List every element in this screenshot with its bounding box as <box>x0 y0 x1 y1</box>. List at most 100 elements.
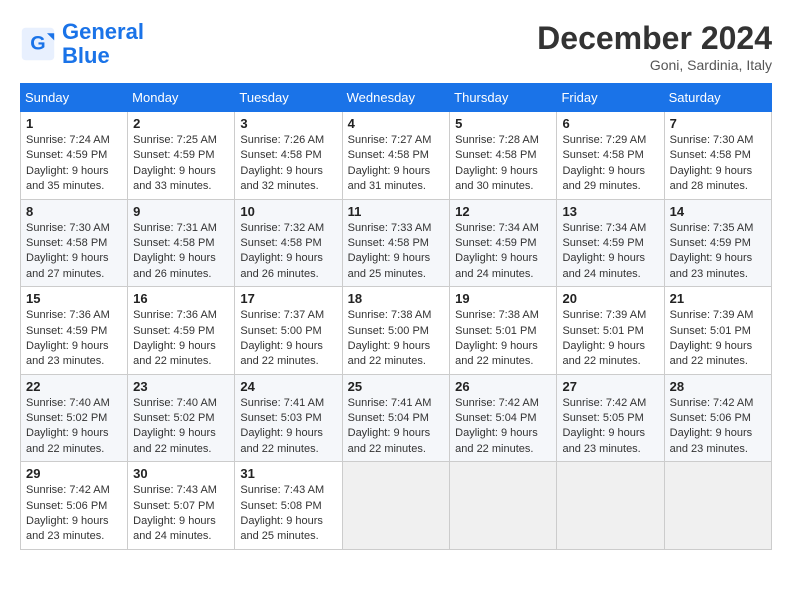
sunrise-label: Sunrise: 7:38 AM <box>455 309 539 321</box>
daylight-label: Daylight: 9 hours and 22 minutes. <box>133 340 216 367</box>
day-number: 17 <box>240 291 336 306</box>
day-number: 14 <box>670 204 766 219</box>
day-info: Sunrise: 7:40 AM Sunset: 5:02 PM Dayligh… <box>133 396 229 458</box>
daylight-label: Daylight: 9 hours and 26 minutes. <box>240 252 323 279</box>
calendar-cell: 19 Sunrise: 7:38 AM Sunset: 5:01 PM Dayl… <box>450 287 557 375</box>
calendar-cell: 13 Sunrise: 7:34 AM Sunset: 4:59 PM Dayl… <box>557 199 664 287</box>
day-info: Sunrise: 7:30 AM Sunset: 4:58 PM Dayligh… <box>26 221 122 283</box>
sunrise-label: Sunrise: 7:36 AM <box>133 309 217 321</box>
sunrise-label: Sunrise: 7:40 AM <box>133 397 217 409</box>
calendar-cell: 23 Sunrise: 7:40 AM Sunset: 5:02 PM Dayl… <box>128 374 235 462</box>
sunset-label: Sunset: 4:59 PM <box>455 237 536 249</box>
daylight-label: Daylight: 9 hours and 29 minutes. <box>562 165 645 192</box>
calendar-week-4: 22 Sunrise: 7:40 AM Sunset: 5:02 PM Dayl… <box>21 374 772 462</box>
day-number: 12 <box>455 204 551 219</box>
day-number: 9 <box>133 204 229 219</box>
calendar-cell: 24 Sunrise: 7:41 AM Sunset: 5:03 PM Dayl… <box>235 374 342 462</box>
day-info: Sunrise: 7:36 AM Sunset: 4:59 PM Dayligh… <box>133 308 229 370</box>
day-number: 26 <box>455 379 551 394</box>
sunset-label: Sunset: 5:01 PM <box>562 325 643 337</box>
daylight-label: Daylight: 9 hours and 23 minutes. <box>670 252 753 279</box>
day-number: 24 <box>240 379 336 394</box>
daylight-label: Daylight: 9 hours and 31 minutes. <box>348 165 431 192</box>
daylight-label: Daylight: 9 hours and 22 minutes. <box>455 427 538 454</box>
day-info: Sunrise: 7:38 AM Sunset: 5:01 PM Dayligh… <box>455 308 551 370</box>
calendar-cell: 29 Sunrise: 7:42 AM Sunset: 5:06 PM Dayl… <box>21 462 128 550</box>
calendar-week-2: 8 Sunrise: 7:30 AM Sunset: 4:58 PM Dayli… <box>21 199 772 287</box>
day-number: 11 <box>348 204 445 219</box>
daylight-label: Daylight: 9 hours and 24 minutes. <box>455 252 538 279</box>
day-info: Sunrise: 7:33 AM Sunset: 4:58 PM Dayligh… <box>348 221 445 283</box>
day-number: 30 <box>133 466 229 481</box>
sunset-label: Sunset: 5:08 PM <box>240 500 321 512</box>
day-info: Sunrise: 7:40 AM Sunset: 5:02 PM Dayligh… <box>26 396 122 458</box>
daylight-label: Daylight: 9 hours and 22 minutes. <box>670 340 753 367</box>
sunset-label: Sunset: 4:59 PM <box>133 149 214 161</box>
weekday-header-friday: Friday <box>557 84 664 112</box>
month-title: December 2024 <box>537 20 772 57</box>
sunset-label: Sunset: 4:59 PM <box>562 237 643 249</box>
weekday-header-thursday: Thursday <box>450 84 557 112</box>
sunrise-label: Sunrise: 7:32 AM <box>240 222 324 234</box>
sunrise-label: Sunrise: 7:41 AM <box>240 397 324 409</box>
sunset-label: Sunset: 4:58 PM <box>348 149 429 161</box>
day-info: Sunrise: 7:39 AM Sunset: 5:01 PM Dayligh… <box>670 308 766 370</box>
daylight-label: Daylight: 9 hours and 22 minutes. <box>455 340 538 367</box>
sunset-label: Sunset: 4:58 PM <box>240 237 321 249</box>
calendar-cell: 12 Sunrise: 7:34 AM Sunset: 4:59 PM Dayl… <box>450 199 557 287</box>
day-number: 13 <box>562 204 658 219</box>
sunrise-label: Sunrise: 7:25 AM <box>133 134 217 146</box>
sunrise-label: Sunrise: 7:42 AM <box>670 397 754 409</box>
day-number: 5 <box>455 116 551 131</box>
sunrise-label: Sunrise: 7:26 AM <box>240 134 324 146</box>
day-info: Sunrise: 7:43 AM Sunset: 5:08 PM Dayligh… <box>240 483 336 545</box>
sunset-label: Sunset: 4:59 PM <box>26 325 107 337</box>
sunrise-label: Sunrise: 7:24 AM <box>26 134 110 146</box>
weekday-header-monday: Monday <box>128 84 235 112</box>
daylight-label: Daylight: 9 hours and 22 minutes. <box>562 340 645 367</box>
day-info: Sunrise: 7:42 AM Sunset: 5:05 PM Dayligh… <box>562 396 658 458</box>
day-info: Sunrise: 7:28 AM Sunset: 4:58 PM Dayligh… <box>455 133 551 195</box>
calendar-cell: 25 Sunrise: 7:41 AM Sunset: 5:04 PM Dayl… <box>342 374 450 462</box>
calendar-cell: 16 Sunrise: 7:36 AM Sunset: 4:59 PM Dayl… <box>128 287 235 375</box>
calendar-cell: 2 Sunrise: 7:25 AM Sunset: 4:59 PM Dayli… <box>128 112 235 200</box>
day-number: 16 <box>133 291 229 306</box>
sunset-label: Sunset: 5:01 PM <box>455 325 536 337</box>
sunset-label: Sunset: 4:59 PM <box>670 237 751 249</box>
daylight-label: Daylight: 9 hours and 22 minutes. <box>348 340 431 367</box>
calendar-cell: 15 Sunrise: 7:36 AM Sunset: 4:59 PM Dayl… <box>21 287 128 375</box>
day-number: 10 <box>240 204 336 219</box>
day-number: 8 <box>26 204 122 219</box>
day-number: 18 <box>348 291 445 306</box>
day-info: Sunrise: 7:36 AM Sunset: 4:59 PM Dayligh… <box>26 308 122 370</box>
sunset-label: Sunset: 4:58 PM <box>455 149 536 161</box>
sunrise-label: Sunrise: 7:39 AM <box>562 309 646 321</box>
calendar-cell: 4 Sunrise: 7:27 AM Sunset: 4:58 PM Dayli… <box>342 112 450 200</box>
calendar-cell: 26 Sunrise: 7:42 AM Sunset: 5:04 PM Dayl… <box>450 374 557 462</box>
sunset-label: Sunset: 5:05 PM <box>562 412 643 424</box>
day-info: Sunrise: 7:26 AM Sunset: 4:58 PM Dayligh… <box>240 133 336 195</box>
sunset-label: Sunset: 5:03 PM <box>240 412 321 424</box>
day-info: Sunrise: 7:42 AM Sunset: 5:04 PM Dayligh… <box>455 396 551 458</box>
calendar-week-1: 1 Sunrise: 7:24 AM Sunset: 4:59 PM Dayli… <box>21 112 772 200</box>
daylight-label: Daylight: 9 hours and 22 minutes. <box>240 427 323 454</box>
sunset-label: Sunset: 5:06 PM <box>670 412 751 424</box>
day-info: Sunrise: 7:31 AM Sunset: 4:58 PM Dayligh… <box>133 221 229 283</box>
sunrise-label: Sunrise: 7:28 AM <box>455 134 539 146</box>
calendar-cell: 17 Sunrise: 7:37 AM Sunset: 5:00 PM Dayl… <box>235 287 342 375</box>
weekday-header-sunday: Sunday <box>21 84 128 112</box>
calendar-cell: 22 Sunrise: 7:40 AM Sunset: 5:02 PM Dayl… <box>21 374 128 462</box>
calendar-cell <box>450 462 557 550</box>
day-number: 22 <box>26 379 122 394</box>
day-info: Sunrise: 7:34 AM Sunset: 4:59 PM Dayligh… <box>455 221 551 283</box>
sunset-label: Sunset: 5:04 PM <box>455 412 536 424</box>
sunset-label: Sunset: 4:58 PM <box>133 237 214 249</box>
daylight-label: Daylight: 9 hours and 35 minutes. <box>26 165 109 192</box>
calendar-cell: 1 Sunrise: 7:24 AM Sunset: 4:59 PM Dayli… <box>21 112 128 200</box>
calendar-cell: 14 Sunrise: 7:35 AM Sunset: 4:59 PM Dayl… <box>664 199 771 287</box>
day-number: 27 <box>562 379 658 394</box>
sunrise-label: Sunrise: 7:38 AM <box>348 309 432 321</box>
sunrise-label: Sunrise: 7:42 AM <box>26 484 110 496</box>
sunset-label: Sunset: 5:07 PM <box>133 500 214 512</box>
day-number: 21 <box>670 291 766 306</box>
